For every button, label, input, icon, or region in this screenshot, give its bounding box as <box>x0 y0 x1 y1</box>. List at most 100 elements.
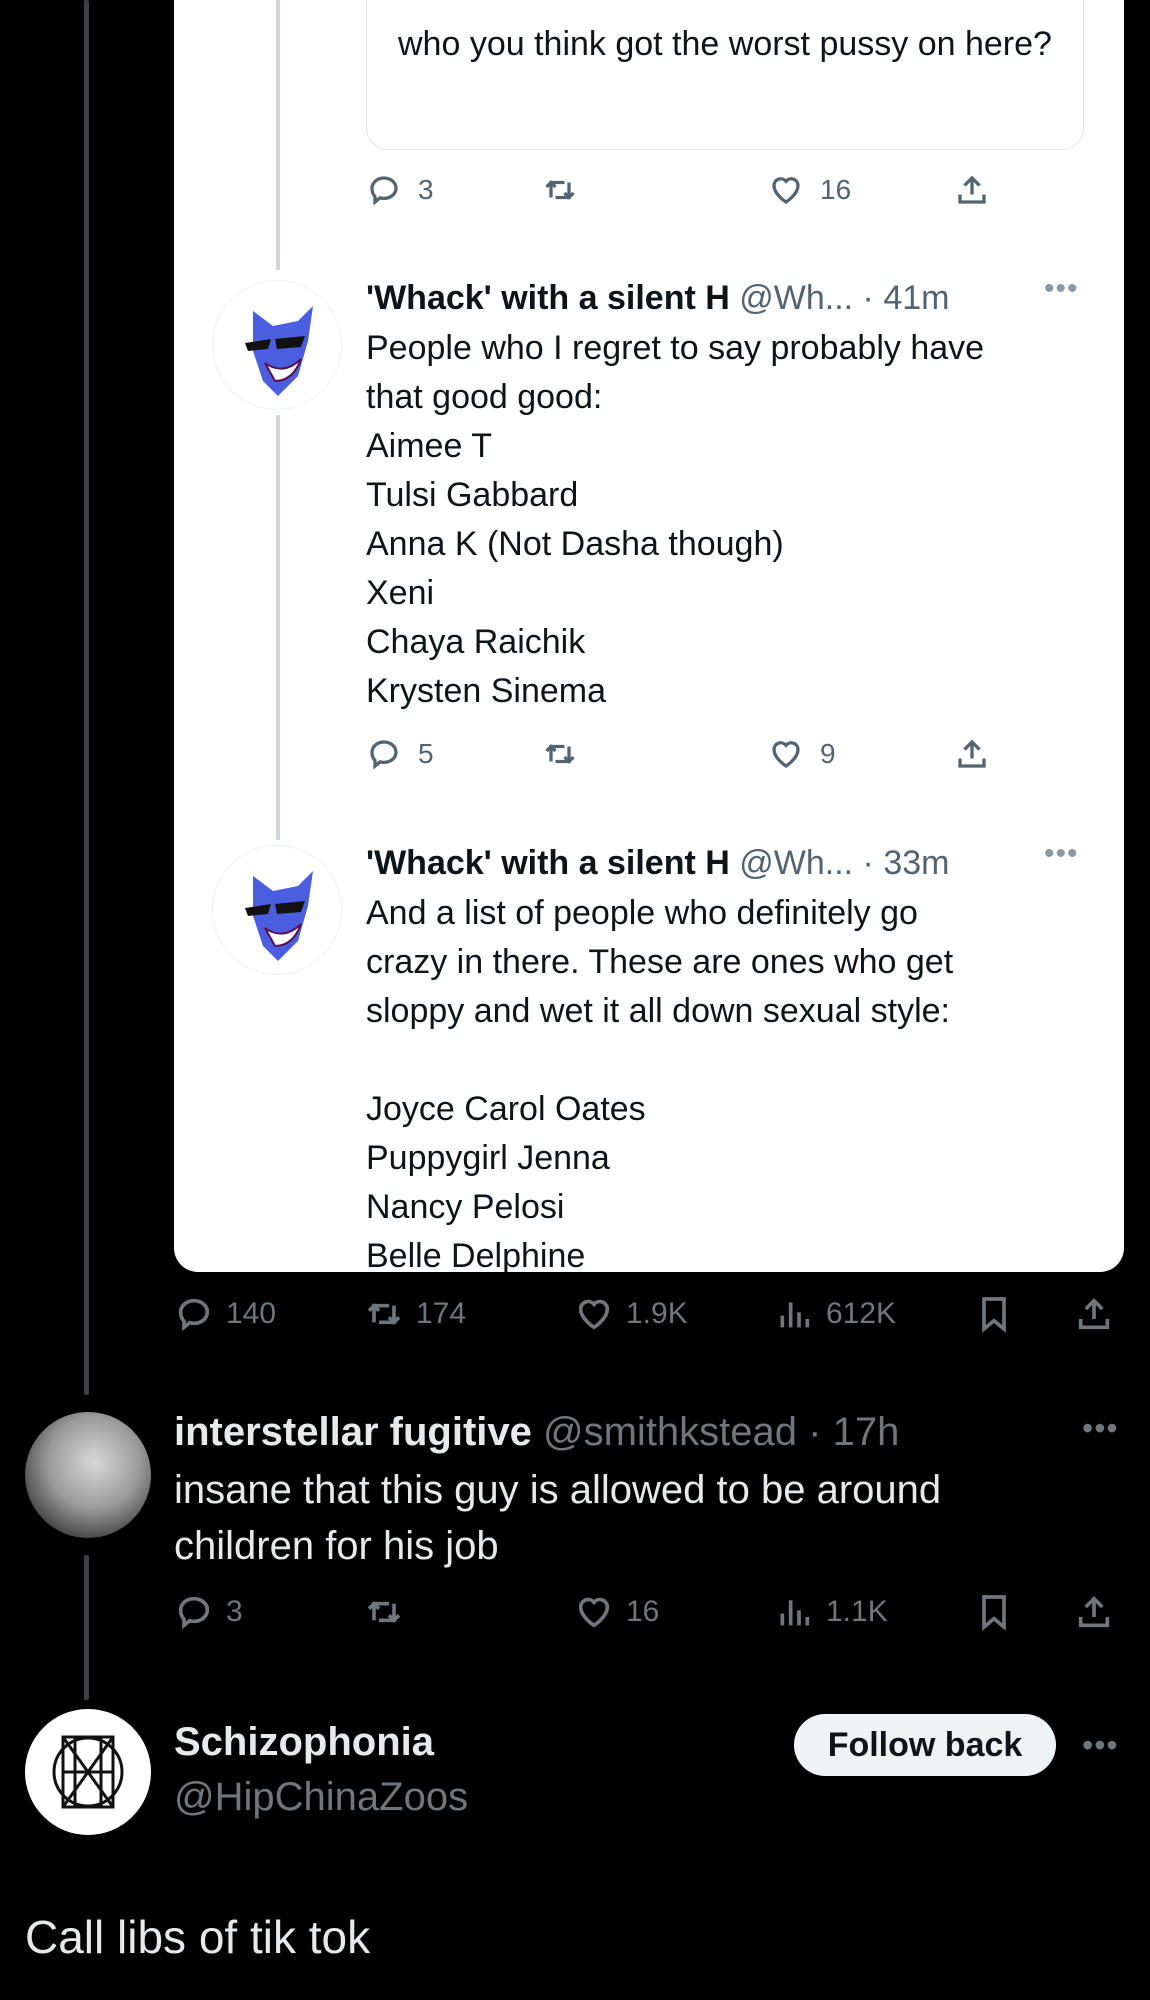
views-action[interactable]: 612K <box>774 1294 896 1334</box>
avatar[interactable] <box>212 280 342 410</box>
tweet-line: sloppy and wet it all down sexual style: <box>366 992 950 1030</box>
tweet-body: insane that this guy is allowed to be ar… <box>174 1468 942 1568</box>
retweet-count: 174 <box>416 1297 467 1330</box>
inner-thread-line <box>276 415 280 840</box>
thread-connector-line <box>84 1555 89 1700</box>
speech-bubble-icon <box>370 176 398 206</box>
tweet-line: And a list of people who definitely go <box>366 894 918 932</box>
like-count: 1.9K <box>626 1297 688 1330</box>
tweet-line: Tulsi Gabbard <box>366 476 579 514</box>
avatar[interactable] <box>25 1412 151 1538</box>
speech-bubble-icon <box>178 1298 210 1332</box>
tweet-line: that good good: <box>366 378 603 416</box>
display-name[interactable]: 'Whack' with a silent H <box>366 844 730 882</box>
reply-count: 5 <box>418 738 434 769</box>
avatar[interactable] <box>25 1709 151 1835</box>
share-action[interactable] <box>954 172 990 208</box>
follow-back-button[interactable]: Follow back <box>794 1714 1056 1776</box>
heart-icon <box>772 177 800 204</box>
profile-handle[interactable]: @HipChinaZoos <box>174 1775 468 1820</box>
embedded-screenshot-card: who you think got the worst pussy on her… <box>174 0 1124 1272</box>
quoted-tweet-text: who you think got the worst pussy on her… <box>398 25 1052 63</box>
genie-face-avatar-icon <box>245 306 313 396</box>
speech-bubble-icon <box>370 740 398 770</box>
like-action[interactable]: 1.9K <box>574 1294 688 1334</box>
share-upload-icon <box>1078 1596 1110 1628</box>
tweet-line: Puppygirl Jenna <box>366 1139 610 1177</box>
more-options-icon[interactable]: ••• <box>1044 272 1079 306</box>
thread-connector-line <box>84 0 89 1395</box>
retweet-action[interactable] <box>542 736 578 772</box>
tweet-line: Chaya Raichik <box>366 623 586 661</box>
reply-action[interactable]: 3 <box>174 1592 243 1632</box>
share-upload-icon <box>1078 1298 1110 1330</box>
geometric-logo-avatar-icon <box>52 1735 124 1809</box>
profile-display-name[interactable]: Schizophonia <box>174 1720 434 1765</box>
retweet-arrows-icon <box>367 1601 401 1623</box>
share-action[interactable] <box>1074 1592 1114 1632</box>
display-name[interactable]: 'Whack' with a silent H <box>366 279 730 317</box>
reply-action[interactable]: 3 <box>366 172 434 208</box>
tweet-header: interstellar fugitive @smithkstead · 17h <box>174 1408 899 1456</box>
bookmark-action[interactable] <box>974 1592 1014 1632</box>
tweet-header: 'Whack' with a silent H @Wh... · 41m <box>366 278 949 318</box>
bookmark-action[interactable] <box>974 1294 1014 1334</box>
tweet-line: crazy in there. These are ones who get <box>366 943 954 981</box>
tweet-line: Aimee T <box>366 427 492 465</box>
genie-face-avatar-icon <box>245 871 313 961</box>
handle-timestamp[interactable]: @smithkstead · 17h <box>543 1410 899 1454</box>
more-options-icon[interactable]: ••• <box>1044 837 1079 871</box>
share-action[interactable] <box>954 736 990 772</box>
reply-tweet-actions: 3 16 1.1K <box>174 1592 1124 1642</box>
bar-chart-icon <box>780 1600 810 1626</box>
retweet-arrows-icon <box>545 180 575 200</box>
retweet-arrows-icon <box>545 744 575 764</box>
share-upload-icon <box>958 175 986 204</box>
tweet-line: Anna K (Not Dasha though) <box>366 525 784 563</box>
heart-icon <box>578 1597 610 1628</box>
reply-action[interactable]: 140 <box>174 1294 276 1334</box>
more-options-icon[interactable]: ••• <box>1082 1727 1119 1764</box>
retweet-action[interactable] <box>542 172 578 208</box>
share-action[interactable] <box>1074 1294 1114 1334</box>
display-name[interactable]: interstellar fugitive <box>174 1410 532 1454</box>
like-action[interactable]: 9 <box>768 736 836 772</box>
quoted-tweet-actions: 3 16 <box>366 172 986 216</box>
tweet-actions: 5 9 <box>366 736 986 780</box>
more-options-icon[interactable]: ••• <box>1082 1410 1119 1447</box>
reply-count: 3 <box>418 174 434 205</box>
views-action[interactable]: 1.1K <box>774 1592 888 1632</box>
tweet-line <box>366 1036 1096 1085</box>
reply-action[interactable]: 5 <box>366 736 434 772</box>
inner-thread-line <box>276 0 280 270</box>
bar-chart-icon <box>780 1302 810 1328</box>
reply-count: 3 <box>226 1595 243 1628</box>
bookmark-icon <box>982 1297 1006 1333</box>
tweet-line: Joyce Carol Oates <box>366 1090 646 1128</box>
like-action[interactable]: 16 <box>768 172 851 208</box>
tweet-line: People who I regret to say probably have <box>366 329 985 367</box>
speech-bubble-icon <box>178 1596 210 1630</box>
like-count: 9 <box>820 738 836 769</box>
bookmark-icon <box>982 1595 1006 1631</box>
like-count: 16 <box>820 174 852 205</box>
avatar[interactable] <box>212 845 342 975</box>
main-tweet-actions: 140 174 1.9K 612K <box>174 1294 1124 1344</box>
heart-icon <box>578 1299 610 1330</box>
retweet-arrows-icon <box>367 1303 401 1325</box>
tweet-line: Krysten Sinema <box>366 672 606 710</box>
share-upload-icon <box>958 739 986 768</box>
handle-timestamp[interactable]: @Wh... · 41m <box>739 279 949 317</box>
views-count: 612K <box>826 1297 897 1330</box>
retweet-action[interactable] <box>364 1592 404 1632</box>
views-count: 1.1K <box>826 1595 888 1628</box>
heart-icon <box>772 741 800 768</box>
handle-timestamp[interactable]: @Wh... · 33m <box>739 844 949 882</box>
like-action[interactable]: 16 <box>574 1592 659 1632</box>
tweet-line: Nancy Pelosi <box>366 1188 565 1226</box>
reply-count: 140 <box>226 1297 277 1330</box>
retweet-action[interactable]: 174 <box>364 1294 466 1334</box>
tweet-body: People who I regret to say probably have… <box>366 324 1096 716</box>
tweet-body: And a list of people who definitely go c… <box>366 889 1096 1272</box>
tweet-header: 'Whack' with a silent H @Wh... · 33m <box>366 843 949 883</box>
